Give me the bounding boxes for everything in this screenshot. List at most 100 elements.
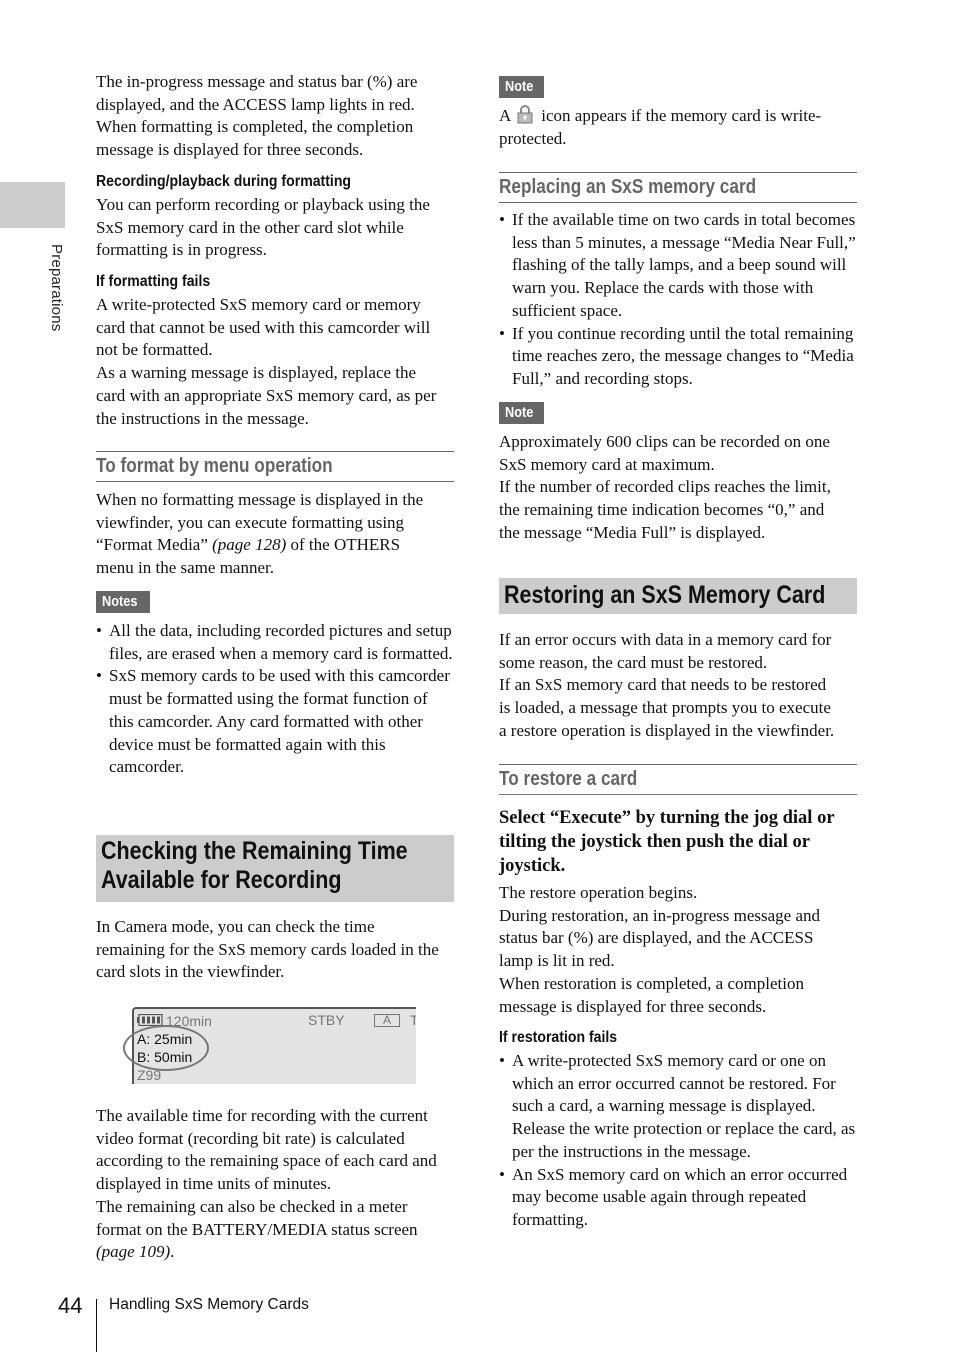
text-line: “Format Media” (page 128) of the OTHERS [96,534,454,557]
text-line: protected. [499,128,567,148]
text-line: displayed in time units of minutes. [96,1174,332,1194]
heading-text: Available for Recording [101,866,342,894]
restore-step: Select “Execute” by turning the jog dial… [499,806,857,878]
notes-list: All the data, including recorded picture… [96,620,454,779]
text-span: icon appears if the memory card is write… [541,106,822,125]
text-line: card with an appropriate SxS memory card… [96,385,437,405]
heading-text: To format by menu operation [96,455,333,477]
text-line: A icon appears if the memory card is wri… [499,105,857,128]
list-item: If you continue recording until the tota… [499,323,857,391]
text-line: the instructions in the message. [96,408,309,428]
footer-section-title: Handling SxS Memory Cards [109,1296,309,1313]
text-span: . [170,1242,175,1262]
section-recording-playback: Recording/playback during formatting You… [96,172,454,262]
badge-label: Note [505,78,534,95]
text-line: viewfinder, you can execute formatting u… [96,512,405,532]
text-line: During restoration, an in-progress messa… [499,905,821,925]
text-line: The restore operation begins. [499,883,698,902]
list-item: A write-protected SxS memory card or one… [499,1050,857,1164]
text-line: formatting is in progress. [96,240,267,260]
list-item: An SxS memory card on which an error occ… [499,1164,857,1232]
menu-op-paragraph: When no formatting message is displayed … [96,489,454,580]
text-span: of the OTHERS [286,535,401,555]
replacing-list: If the available time on two cards in to… [499,209,857,391]
text-span: A [499,106,512,125]
text-line: A write-protected SxS memory card or mem… [96,295,421,314]
text-line: menu in the same manner. [96,558,274,578]
text-line: If the number of recorded clips reaches … [499,477,831,497]
heading-text: Restoring an SxS Memory Card [504,581,826,609]
restoring-paragraph: If an error occurs with data in a memory… [499,629,857,743]
text-line: remaining for the SxS memory cards loade… [96,939,439,959]
text-span: “Format Media” [96,535,213,555]
text-line: You can perform recording or playback us… [96,195,430,214]
text-line: status bar (%) are displayed, and the AC… [499,928,814,948]
subheading: If formatting fails [96,273,211,290]
lock-icon [517,105,533,124]
list-item: If the available time on two cards in to… [499,209,857,323]
section-formatting-fails: If formatting fails A write-protected Sx… [96,272,454,430]
recording-status: STBY [308,1012,345,1028]
restore-fails-list: A write-protected SxS memory card or one… [499,1050,857,1232]
note-badge: Note [499,402,545,424]
list-item: All the data, including recorded picture… [96,620,454,665]
note-clips-limit: Approximately 600 clips can be recorded … [499,431,857,545]
heading-restore-a-card: To restore a card [499,764,857,795]
text-line: When restoration is completed, a complet… [499,973,804,993]
text-line: message is displayed for three seconds. [499,996,767,1016]
page-reference-link[interactable]: (page 109) [96,1242,170,1261]
highlight-ellipse [123,1025,209,1071]
text-line: according to the remaining space of each… [96,1151,437,1171]
text-line: displayed, and the ACCESS lamp lights in… [96,94,415,114]
intro-paragraph: The in-progress message and status bar (… [96,71,454,162]
text-line: some reason, the card must be restored. [499,652,768,672]
heading-format-by-menu: To format by menu operation [96,451,454,482]
heading-text: To restore a card [499,768,638,790]
battery-icon [137,1014,163,1026]
text-line: lamp is lit in red. [499,951,615,971]
chapter-tab-marker [0,182,65,228]
note-write-protect: A icon appears if the memory card is wri… [499,105,857,150]
media-slot-indicator: A [374,1014,400,1027]
text-line: a restore operation is displayed in the … [499,720,835,740]
available-paragraph: The available time for recording with th… [96,1105,454,1264]
heading-replacing-card: Replacing an SxS memory card [499,172,857,203]
restore-result-paragraph: The restore operation begins. During res… [499,882,857,1018]
heading-text: Checking the Remaining Time [101,837,408,865]
heading-text: Replacing an SxS memory card [499,176,757,198]
heading-restoring-card: Restoring an SxS Memory Card [499,578,857,614]
subheading: Recording/playback during formatting [96,173,352,190]
text-line: (page 109). [96,1241,454,1264]
timecode-fragment: T [410,1012,416,1028]
section-restoration-fails: If restoration fails A write-protected S… [499,1028,857,1232]
page-number: 44 [58,1293,83,1318]
text-line: format on the BATTERY/MEDIA status scree… [96,1219,418,1239]
text-line: the remaining time indication becomes “0… [499,500,825,520]
badge-label: Note [505,404,534,421]
text-line: In Camera mode, you can check the time [96,917,375,936]
page-reference-link[interactable]: (page 128) [212,535,286,554]
text-line: If an SxS memory card that needs to be r… [499,675,827,695]
text-line: As a warning message is displayed, repla… [96,363,417,383]
step-line: joystick. [499,856,566,876]
step-line: tilting the joystick then push the dial … [499,832,810,852]
text-line: The in-progress message and status bar (… [96,72,418,91]
text-line: is loaded, a message that prompts you to… [499,698,831,718]
footer-divider [96,1299,97,1352]
text-line: The remaining can also be checked in a m… [96,1196,408,1216]
text-line: card that cannot be used with this camco… [96,317,431,337]
text-line: message is displayed for three seconds. [96,140,364,160]
text-line: the message “Media Full” is displayed. [499,522,766,542]
text-line: The available time for recording with th… [96,1106,428,1125]
text-line: SxS memory card in the other card slot w… [96,217,404,237]
text-line: card slots in the viewfinder. [96,962,285,982]
chapter-tab-label: Preparations [48,244,65,332]
text-line: SxS memory card at maximum. [499,454,715,474]
text-line: Approximately 600 clips can be recorded … [499,432,830,451]
step-line: Select “Execute” by turning the jog dial… [499,808,835,828]
text-line: not be formatted. [96,340,213,360]
subheading: If restoration fails [499,1029,618,1046]
text-line: When no formatting message is displayed … [96,490,424,509]
badge-label: Notes [102,593,138,610]
heading-checking-remaining-time: Checking the Remaining Time Available fo… [96,835,454,902]
